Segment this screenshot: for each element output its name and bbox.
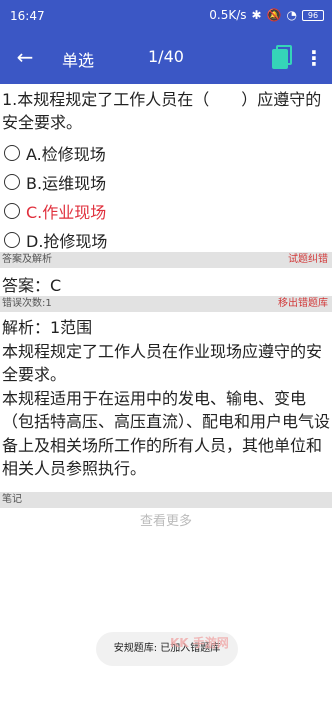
notes-title: 笔记	[2, 494, 22, 505]
page-title: 单选	[62, 51, 95, 70]
answer-card-icon[interactable]	[272, 45, 292, 69]
notes-section-header: 笔记	[0, 492, 332, 508]
status-bar: 16:47 0.5K/s ✱ 🔕 ◔ 96	[0, 0, 332, 32]
option-c[interactable]: C.作业现场	[4, 196, 324, 225]
error-section-header: 错误次数:1 移出错题库	[0, 296, 332, 312]
answer-text: 答案：C	[2, 276, 62, 295]
radio-icon	[4, 231, 20, 248]
option-label: A.检修现场	[26, 144, 106, 164]
status-icons: 0.5K/s ✱ 🔕 ◔ 96	[209, 8, 324, 22]
options-list: A.检修现场 B.运维现场 C.作业现场 D.抢修现场	[4, 138, 324, 254]
question-text: 1.本规程规定了工作人员在（ ）应遵守的安全要求。	[2, 90, 322, 132]
mute-icon: 🔕	[266, 8, 282, 22]
option-d[interactable]: D.抢修现场	[4, 225, 324, 254]
remove-from-error-bank-link[interactable]: 移出错题库	[278, 296, 328, 312]
analysis-paragraph: 本规程适用于在运用中的发电、输电、变电（包括特高压、高压直流）、配电和用户电气设…	[2, 388, 331, 479]
watermark-logo: KK 手游网	[170, 636, 229, 650]
answer-section-title: 答案及解析	[2, 254, 52, 265]
wifi-icon: ◔	[286, 8, 297, 22]
back-arrow-icon[interactable]: ←	[12, 44, 38, 70]
analysis-paragraph: 本规程规定了工作人员在作业现场应遵守的安全要求。	[2, 341, 323, 385]
option-label: D.抢修现场	[26, 231, 108, 251]
report-error-link[interactable]: 试题纠错	[288, 252, 328, 268]
answer-section-header: 答案及解析 试题纠错	[0, 252, 332, 268]
status-time: 16:47	[10, 9, 45, 23]
option-label: B.运维现场	[26, 173, 107, 193]
analysis-heading: 解析：1范围	[2, 318, 93, 337]
battery-icon: 96	[302, 9, 324, 21]
error-count: 错误次数:1	[2, 298, 52, 309]
view-more-link[interactable]: 查看更多	[0, 510, 332, 529]
radio-icon	[4, 173, 20, 190]
option-a[interactable]: A.检修现场	[4, 138, 324, 167]
question-counter: 1/40	[148, 47, 184, 66]
app-bar: ← 单选 1/40 ⋮	[0, 32, 332, 84]
more-menu-icon[interactable]: ⋮	[304, 46, 324, 70]
radio-icon	[4, 202, 20, 219]
radio-icon	[4, 144, 20, 161]
option-label: C.作业现场	[26, 202, 107, 222]
network-speed: 0.5K/s	[209, 8, 247, 22]
bluetooth-icon: ✱	[251, 8, 262, 22]
analysis-text: 解析：1范围 本规程规定了工作人员在作业现场应遵守的安全要求。 本规程适用于在运…	[2, 316, 330, 481]
option-b[interactable]: B.运维现场	[4, 167, 324, 196]
